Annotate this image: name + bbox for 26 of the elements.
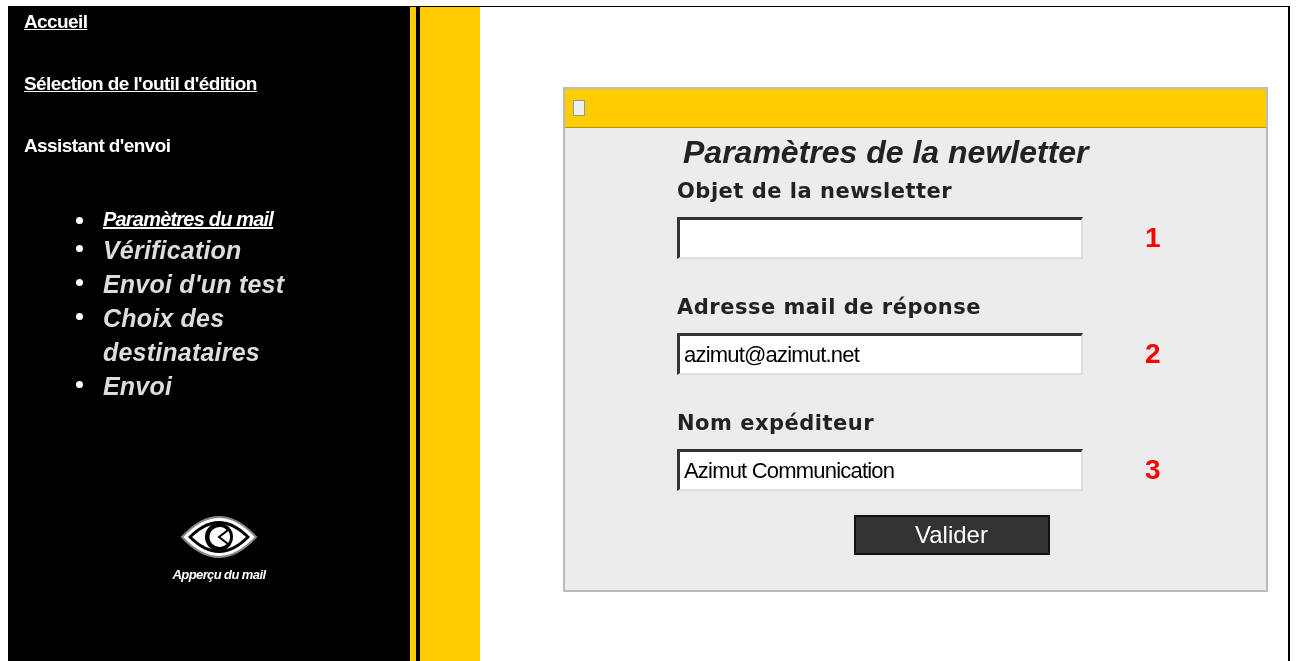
- step-link[interactable]: Envoi: [103, 369, 323, 403]
- bullet-icon: [76, 245, 83, 252]
- step-link[interactable]: Vérification: [103, 233, 323, 267]
- step-link[interactable]: Paramètres du mail: [103, 205, 323, 233]
- text-field[interactable]: [677, 217, 1083, 259]
- step-number: 2: [1145, 338, 1161, 370]
- bullet-icon: [76, 313, 83, 320]
- bullet-icon: [76, 279, 83, 286]
- section-title: Assistant d'envoi: [24, 135, 171, 157]
- text-field[interactable]: azimut@azimut.net: [677, 333, 1083, 375]
- step-link[interactable]: Choix des destinataires: [103, 301, 323, 369]
- field-label: Nom expéditeur: [677, 411, 875, 435]
- sidebar-link[interactable]: Accueil: [24, 11, 88, 33]
- text-field[interactable]: Azimut Communication: [677, 449, 1083, 491]
- step-number: 1: [1145, 222, 1161, 254]
- bullet-icon: [76, 381, 83, 388]
- dialog-title: Paramètres de la newletter: [683, 134, 1089, 171]
- sidebar-link[interactable]: Sélection de l'outil d'édition: [24, 73, 257, 95]
- bullet-icon: [76, 217, 83, 224]
- validate-button[interactable]: Valider: [853, 515, 1050, 555]
- field-label: Objet de la newsletter: [677, 179, 953, 203]
- field-label: Adresse mail de réponse: [677, 295, 982, 319]
- step-number: 3: [1145, 454, 1161, 486]
- step-link[interactable]: Envoi d'un test: [103, 267, 323, 301]
- window-icon: [573, 100, 585, 116]
- preview-link[interactable]: Apperçu du mail: [172, 567, 266, 582]
